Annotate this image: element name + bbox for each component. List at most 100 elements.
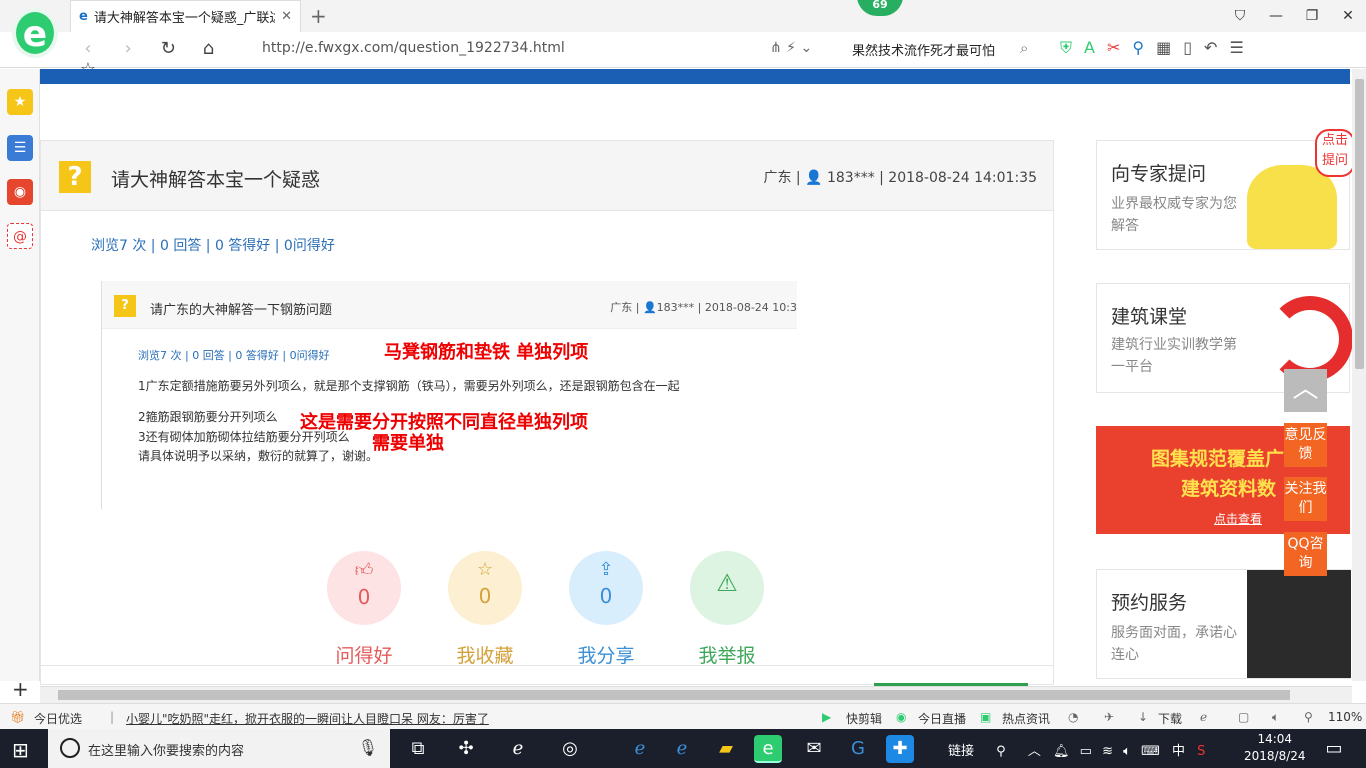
back-button[interactable]: ‹ [70,38,106,59]
news-ticker[interactable]: 小婴儿"吃奶照"走红，掀开衣服的一瞬间让人目瞪口呆 网友：厉害了 [126,710,489,727]
thumbs-up-icon[interactable]: 👍︎ 0 [327,551,401,625]
security-shield-icon[interactable]: ⛨ [1060,38,1072,58]
active-tab[interactable]: e 请大神解答本宝一个疑惑_广联达 ✕ [70,0,301,32]
weibo-icon[interactable]: ◉ [7,179,33,205]
fan-app-icon[interactable]: ✣ [452,735,480,763]
translate-icon[interactable]: A [1084,38,1095,58]
action-favorite[interactable]: ☆ 0 我收藏 [448,551,522,668]
ask-bubble[interactable]: 点击提问 [1315,129,1355,177]
plus-app-icon[interactable]: ✚ [886,735,914,763]
taskbar-search[interactable]: 在这里输入你要搜索的内容 🎙︎ [48,729,390,768]
news-list-icon[interactable]: ☰ [7,135,33,161]
banner-link[interactable]: 点击查看 [1214,510,1262,527]
reader-icon[interactable]: ▯ [1183,38,1192,58]
status-item[interactable]: 下载 [1158,710,1182,727]
report-label[interactable]: 我举报 [690,641,764,668]
swirl-app-icon[interactable]: ◎ [556,735,584,763]
mail-icon[interactable]: ✉ [800,735,828,763]
qq-consult-button[interactable]: QQ咨询 [1284,532,1327,576]
magnifier-icon[interactable]: ⚲ [1132,38,1144,58]
minimize-button[interactable]: — [1258,8,1294,24]
action-share[interactable]: ⇪ 0 我分享 [569,551,643,668]
new-tab-button[interactable]: + [310,4,327,28]
ie-mode-icon[interactable]: ℯ [1200,710,1207,724]
zoom-level[interactable]: 110% [1328,710,1362,724]
action-like[interactable]: 👍︎ 0 问得好 [327,551,401,668]
notification-badge[interactable]: 69 [857,0,903,16]
add-sidebar-button[interactable]: + [12,677,29,701]
zoom-icon[interactable]: ⚲ [1304,710,1313,724]
grid-apps-icon[interactable]: ▦ [1156,38,1171,58]
today-picks[interactable]: 今日优选 [34,710,82,727]
microphone-icon[interactable]: 🎙︎ [358,738,378,757]
url-field[interactable]: http://e.fwxgx.com/question_1922734.html [262,40,565,56]
battery-icon[interactable]: ▭ [1080,744,1092,759]
speed-icon[interactable]: ◔ [1068,710,1078,724]
file-explorer-icon[interactable]: ▰ [712,735,740,763]
360-browser-icon[interactable]: e [754,735,782,763]
refresh-button[interactable]: ↻ [150,38,186,59]
ie-icon[interactable]: ℯ [668,735,696,763]
favorite-label[interactable]: 我收藏 [448,641,522,668]
warning-icon[interactable]: ⚠ [690,551,764,625]
share-icon[interactable]: ⋔ ⚡ ⌄ [770,40,812,56]
share-icon[interactable]: ⇪ 0 [569,551,643,625]
back-to-top-button[interactable]: ︿ [1284,369,1327,412]
keyboard-icon[interactable]: ⌨ [1141,744,1160,759]
notification-center-icon[interactable]: ▭ [1320,735,1348,763]
clock[interactable]: 14:04 2018/8/24 [1244,731,1306,765]
forward-button[interactable]: › [110,38,146,59]
sogou-icon[interactable]: S [1197,744,1205,759]
menu-icon[interactable]: ☰ [1229,38,1243,58]
horizontal-scrollbar[interactable] [40,686,1352,703]
chevron-up-icon[interactable]: ︿ [1028,744,1041,759]
vertical-scrollbar[interactable] [1352,69,1366,681]
question-stats[interactable]: 浏览7 次 | 0 回答 | 0 答得好 | 0问得好 [91,235,335,255]
pin-icon[interactable]: ✈ [1104,710,1114,724]
ask-expert-card[interactable]: 向专家提问 业界最权威专家为您解答 点击提问 [1096,129,1355,250]
appointment-card[interactable]: 预约服务 服务面对面，承诺心连心 [1096,569,1351,679]
wifi-icon[interactable]: ≋ [1102,744,1113,759]
edge-legacy-icon[interactable]: ℯ [504,735,532,763]
g-app-icon[interactable]: G [844,735,872,763]
favorites-star-icon[interactable]: ★ [7,89,33,115]
taskbar-search-placeholder: 在这里输入你要搜索的内容 [88,744,245,759]
card-title: 建筑课堂 [1111,306,1188,328]
browser-logo[interactable]: e [12,8,58,58]
feedback-button[interactable]: 意见反馈 [1284,423,1327,467]
task-view-icon[interactable]: ⧉ [404,735,432,763]
search-input[interactable]: 果然技术流作死才最可怕 [852,40,995,59]
follow-us-button[interactable]: 关注我们 [1284,477,1327,521]
email-at-icon[interactable]: @ [7,223,33,249]
bell-icon[interactable]: 🔔︎ [1053,744,1070,759]
scroll-thumb[interactable] [58,690,1290,700]
embedded-line: 请具体说明予以采纳，敷衍的就算了，谢谢。 [138,449,379,463]
maximize-button[interactable]: ❐ [1294,8,1330,24]
close-window-button[interactable]: ✕ [1330,8,1366,24]
tray-link-label[interactable]: 链接 [948,744,974,759]
people-icon[interactable]: ⚲ [996,744,1006,759]
volume-icon[interactable]: 🔈︎ [1272,710,1279,725]
shirt-skin-icon[interactable]: ⛉ [1222,8,1258,24]
windows-start-icon[interactable]: ⊞ [12,738,29,762]
share-label[interactable]: 我分享 [569,641,643,668]
divider-icon: | [110,710,115,724]
status-item[interactable]: 今日直播 [918,710,966,727]
ime-indicator[interactable]: 中 [1172,744,1185,759]
action-report[interactable]: ⚠ 我举报 [690,551,764,668]
speaker-icon[interactable]: 🔈︎ [1123,744,1131,759]
close-tab-icon[interactable]: ✕ [281,9,292,24]
edge-icon[interactable]: ℯ [626,735,654,763]
star-icon[interactable]: ☆ 0 [448,551,522,625]
scissors-icon[interactable]: ✂ [1107,38,1120,58]
search-icon[interactable]: ⌕ [1020,39,1028,57]
status-item[interactable]: 热点资讯 [1002,710,1050,727]
home-button[interactable]: ⌂ [190,38,226,59]
embedded-header: ? 请广东的大神解答一下钢筋问题 广东 | 👤183*** | 2018-08-… [102,281,797,329]
question-header: ? 请大神解答本宝一个疑惑 广东 | 👤 183*** | 2018-08-24… [41,141,1053,211]
like-label[interactable]: 问得好 [327,641,401,668]
window-icon[interactable]: ▢ [1238,710,1249,724]
status-item[interactable]: 快剪辑 [846,710,882,727]
scroll-thumb[interactable] [1355,79,1364,369]
undo-icon[interactable]: ↶ [1204,38,1217,58]
